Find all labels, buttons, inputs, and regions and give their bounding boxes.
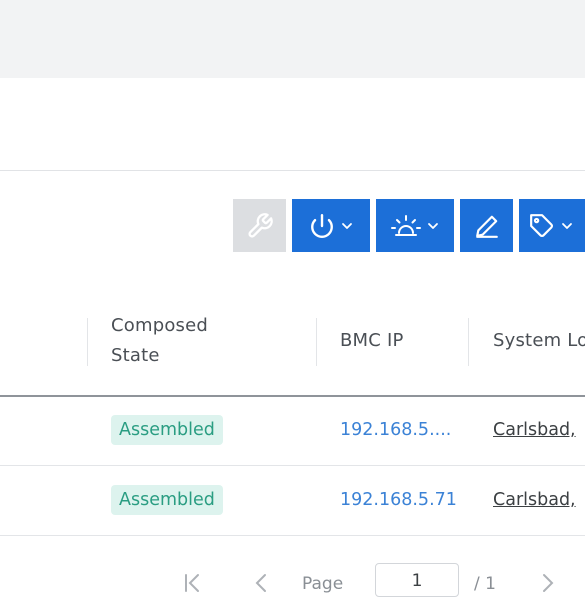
- page-total: / 1: [474, 574, 496, 594]
- beacon-button[interactable]: [376, 199, 454, 252]
- wrench-icon: [246, 212, 274, 240]
- top-bar: [0, 0, 585, 79]
- column-header-system-location[interactable]: System Lo: [493, 326, 585, 356]
- power-icon: [309, 213, 335, 239]
- status-badge: Assembled: [111, 415, 223, 445]
- pagination: Page 1 / 1: [0, 562, 585, 597]
- status-badge: Assembled: [111, 485, 223, 515]
- maintenance-button[interactable]: [233, 199, 286, 252]
- beacon-light-icon: [391, 213, 421, 239]
- page-label: Page: [302, 574, 344, 594]
- first-page-icon[interactable]: [182, 572, 204, 599]
- column-header-composed-state[interactable]: Composed State: [111, 311, 208, 371]
- column-separator: [87, 318, 88, 366]
- system-location-link[interactable]: Carlsbad,: [493, 415, 576, 445]
- bmc-ip-link[interactable]: 192.168.5....: [340, 415, 451, 445]
- chevron-down-icon: [427, 220, 439, 232]
- column-separator: [468, 318, 469, 366]
- edit-button[interactable]: [460, 199, 513, 252]
- column-header-bmc-ip[interactable]: BMC IP: [340, 326, 404, 356]
- bmc-ip-link[interactable]: 192.168.5.71: [340, 485, 457, 515]
- header-divider: [0, 395, 585, 397]
- tag-icon: [529, 213, 555, 239]
- system-location-link[interactable]: Carlsbad,: [493, 485, 576, 515]
- page-number-input[interactable]: 1: [375, 563, 459, 597]
- column-separator: [316, 318, 317, 366]
- chevron-down-icon: [341, 220, 353, 232]
- header-area: [0, 78, 585, 171]
- prev-page-icon[interactable]: [250, 572, 272, 599]
- tag-button[interactable]: [519, 199, 585, 252]
- row-divider: [0, 465, 585, 466]
- next-page-icon[interactable]: [537, 572, 559, 599]
- row-divider: [0, 535, 585, 536]
- power-button[interactable]: [292, 199, 370, 252]
- pencil-icon: [474, 213, 500, 239]
- chevron-down-icon: [561, 220, 573, 232]
